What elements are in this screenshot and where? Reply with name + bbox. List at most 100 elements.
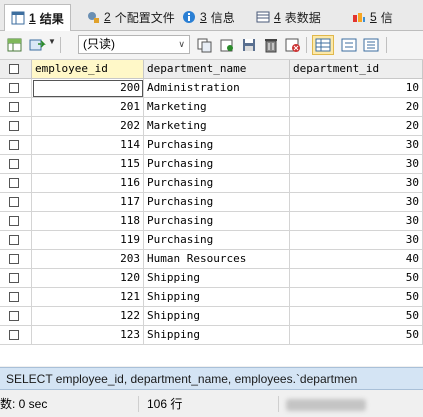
cell-department-id[interactable]: 30: [290, 193, 423, 212]
cell-employee-id[interactable]: 114: [32, 136, 144, 155]
table-row[interactable]: 202 Marketing 20: [0, 117, 423, 136]
text-mode-icon[interactable]: [362, 36, 380, 54]
cell-employee-id[interactable]: 115: [32, 155, 144, 174]
table-row[interactable]: 120 Shipping 50: [0, 269, 423, 288]
cell-employee-id[interactable]: 118: [32, 212, 144, 231]
cell-department-name[interactable]: Marketing: [144, 98, 290, 117]
row-checkbox[interactable]: [9, 159, 19, 169]
form-mode-icon[interactable]: [340, 36, 358, 54]
cell-department-id[interactable]: 30: [290, 155, 423, 174]
row-checkbox[interactable]: [9, 121, 19, 131]
column-header-department-id[interactable]: department_id: [290, 60, 423, 79]
tab-info-2[interactable]: 5 信: [346, 4, 399, 30]
cell-department-id[interactable]: 20: [290, 117, 423, 136]
delete-icon[interactable]: [262, 36, 280, 54]
table-row[interactable]: 119 Purchasing 30: [0, 231, 423, 250]
cell-employee-id[interactable]: 202: [32, 117, 144, 136]
column-header-employee-id[interactable]: employee_id: [32, 60, 144, 79]
row-select-cell[interactable]: [0, 326, 32, 345]
row-select-cell[interactable]: [0, 136, 32, 155]
row-checkbox[interactable]: [9, 140, 19, 150]
row-checkbox[interactable]: [9, 330, 19, 340]
tab-results[interactable]: 1 结果: [4, 4, 71, 31]
row-select-cell[interactable]: [0, 98, 32, 117]
cell-department-name[interactable]: Purchasing: [144, 231, 290, 250]
row-checkbox[interactable]: [9, 197, 19, 207]
table-row[interactable]: 201 Marketing 20: [0, 98, 423, 117]
cell-employee-id[interactable]: 203: [32, 250, 144, 269]
export-icon[interactable]: [28, 36, 46, 54]
select-all-cell[interactable]: [0, 60, 32, 79]
cell-department-id[interactable]: 10: [290, 79, 423, 98]
tab-profiles[interactable]: 2 个配置文件: [80, 4, 181, 30]
cell-employee-id[interactable]: 201: [32, 98, 144, 117]
save-icon[interactable]: [240, 36, 258, 54]
result-grid[interactable]: employee_id department_name department_i…: [0, 60, 423, 366]
cell-department-name[interactable]: Purchasing: [144, 155, 290, 174]
cell-department-name[interactable]: Shipping: [144, 269, 290, 288]
cell-department-name[interactable]: Shipping: [144, 288, 290, 307]
row-checkbox[interactable]: [9, 83, 19, 93]
row-checkbox[interactable]: [9, 254, 19, 264]
cell-department-id[interactable]: 50: [290, 307, 423, 326]
row-select-cell[interactable]: [0, 155, 32, 174]
chevron-down-icon[interactable]: ▼: [48, 37, 56, 46]
cell-department-name[interactable]: Purchasing: [144, 193, 290, 212]
row-select-cell[interactable]: [0, 288, 32, 307]
cell-department-id[interactable]: 30: [290, 231, 423, 250]
table-row[interactable]: 122 Shipping 50: [0, 307, 423, 326]
cell-department-id[interactable]: 50: [290, 326, 423, 345]
row-select-cell[interactable]: [0, 79, 32, 98]
tab-table-data[interactable]: 4 表数据: [250, 4, 327, 30]
cell-employee-id[interactable]: 121: [32, 288, 144, 307]
table-row[interactable]: 203 Human Resources 40: [0, 250, 423, 269]
cell-department-id[interactable]: 30: [290, 174, 423, 193]
row-checkbox[interactable]: [9, 292, 19, 302]
refresh-icon[interactable]: [284, 36, 302, 54]
row-select-cell[interactable]: [0, 212, 32, 231]
cell-employee-id[interactable]: 117: [32, 193, 144, 212]
table-row[interactable]: 117 Purchasing 30: [0, 193, 423, 212]
row-checkbox[interactable]: [9, 273, 19, 283]
row-select-cell[interactable]: [0, 193, 32, 212]
cell-department-name[interactable]: Purchasing: [144, 136, 290, 155]
table-row[interactable]: 121 Shipping 50: [0, 288, 423, 307]
cell-department-name[interactable]: Purchasing: [144, 174, 290, 193]
table-row[interactable]: 114 Purchasing 30: [0, 136, 423, 155]
row-select-cell[interactable]: [0, 231, 32, 250]
cell-employee-id[interactable]: 122: [32, 307, 144, 326]
cell-employee-id[interactable]: 116: [32, 174, 144, 193]
column-header-department-name[interactable]: department_name: [144, 60, 290, 79]
copy-icon[interactable]: [196, 36, 214, 54]
paste-icon[interactable]: [218, 36, 236, 54]
cell-department-id[interactable]: 20: [290, 98, 423, 117]
cell-employee-id[interactable]: 200: [32, 79, 144, 98]
row-select-cell[interactable]: [0, 307, 32, 326]
cell-employee-id[interactable]: 119: [32, 231, 144, 250]
readonly-select[interactable]: (只读) ∨: [78, 35, 190, 54]
grid-mode-icon[interactable]: [312, 35, 334, 55]
table-row[interactable]: 116 Purchasing 30: [0, 174, 423, 193]
cell-department-name[interactable]: Shipping: [144, 307, 290, 326]
row-select-cell[interactable]: [0, 269, 32, 288]
table-row[interactable]: 118 Purchasing 30: [0, 212, 423, 231]
table-row[interactable]: 200 Administration 10: [0, 79, 423, 98]
table-row[interactable]: 123 Shipping 50: [0, 326, 423, 345]
cell-department-name[interactable]: Marketing: [144, 117, 290, 136]
cell-department-id[interactable]: 50: [290, 269, 423, 288]
row-select-cell[interactable]: [0, 174, 32, 193]
row-checkbox[interactable]: [9, 102, 19, 112]
row-checkbox[interactable]: [9, 216, 19, 226]
cell-department-id[interactable]: 40: [290, 250, 423, 269]
cell-department-name[interactable]: Administration: [144, 79, 290, 98]
tab-info[interactable]: 3 信息: [176, 4, 241, 30]
cell-department-name[interactable]: Shipping: [144, 326, 290, 345]
cell-department-id[interactable]: 30: [290, 136, 423, 155]
select-all-checkbox[interactable]: [9, 64, 19, 74]
cell-department-name[interactable]: Human Resources: [144, 250, 290, 269]
cell-employee-id[interactable]: 123: [32, 326, 144, 345]
cell-employee-id[interactable]: 120: [32, 269, 144, 288]
table-row[interactable]: 115 Purchasing 30: [0, 155, 423, 174]
cell-department-name[interactable]: Purchasing: [144, 212, 290, 231]
cell-department-id[interactable]: 50: [290, 288, 423, 307]
